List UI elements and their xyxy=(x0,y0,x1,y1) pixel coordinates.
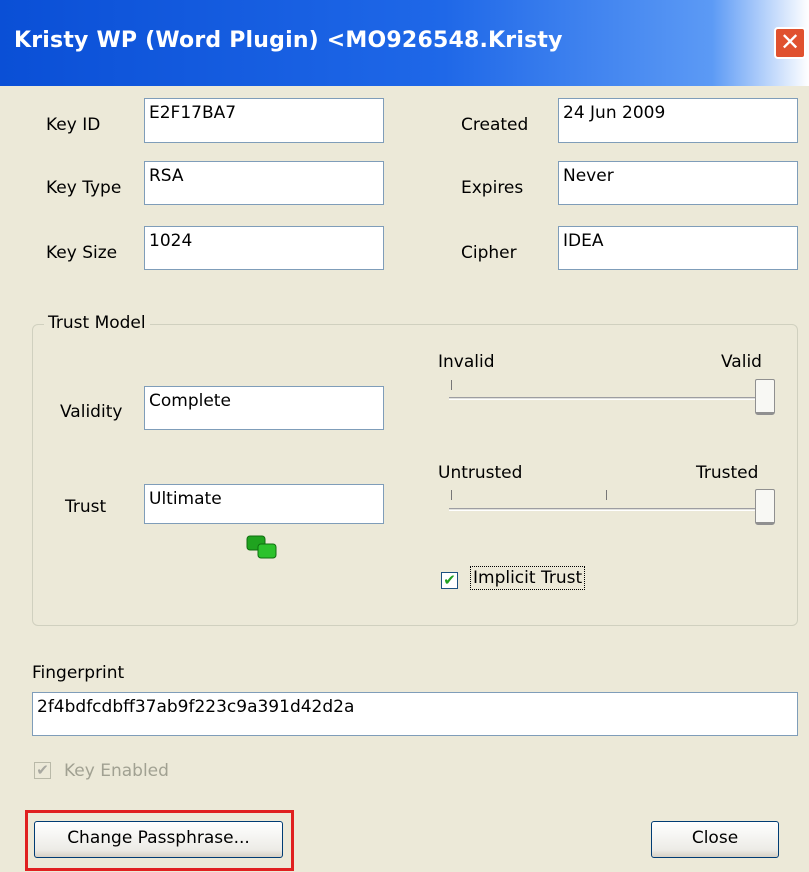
validity-slider-max-label: Valid xyxy=(721,352,762,372)
green-keys-icon xyxy=(246,535,277,559)
key-enabled-label: Key Enabled xyxy=(64,761,169,781)
implicit-trust-checkbox[interactable]: ✔ xyxy=(441,572,458,589)
expires-label: Expires xyxy=(461,178,524,198)
trust-slider-tick xyxy=(451,490,452,500)
key-size-label: Key Size xyxy=(46,243,118,263)
trust-model-group xyxy=(32,324,798,626)
key-id-field[interactable]: E2F17BA7 xyxy=(144,98,384,143)
key-enabled-checkbox: ✔ xyxy=(34,762,51,779)
highlight-box xyxy=(25,810,294,871)
created-label: Created xyxy=(461,115,529,135)
key-type-label: Key Type xyxy=(46,178,122,198)
close-button[interactable]: Close xyxy=(651,821,779,858)
trust-slider-max-label: Trusted xyxy=(696,463,759,483)
window-close-button[interactable]: ✕ xyxy=(774,27,806,59)
key-type-field[interactable]: RSA xyxy=(144,161,384,205)
implicit-trust-label[interactable]: Implicit Trust xyxy=(470,566,586,590)
trust-slider-thumb[interactable] xyxy=(755,489,775,525)
fingerprint-field[interactable]: 2f4bdfcdbff37ab9f223c9a391d42d2a xyxy=(32,692,798,736)
key-id-label: Key ID xyxy=(46,115,101,135)
trust-field[interactable]: Ultimate xyxy=(144,484,384,524)
validity-label: Validity xyxy=(60,402,123,422)
validity-field[interactable]: Complete xyxy=(144,386,384,430)
trust-slider-min-label: Untrusted xyxy=(438,463,523,483)
trust-slider-track[interactable] xyxy=(449,508,767,511)
window-title: Kristy WP (Word Plugin) <MO926548.Kristy xyxy=(14,28,563,53)
trust-model-title: Trust Model xyxy=(44,313,150,333)
validity-slider-min-label: Invalid xyxy=(438,352,495,372)
cipher-label: Cipher xyxy=(461,243,517,263)
created-field[interactable]: 24 Jun 2009 xyxy=(558,98,798,143)
trust-label: Trust xyxy=(65,497,107,517)
trust-slider-tick xyxy=(606,490,607,500)
key-size-field[interactable]: 1024 xyxy=(144,226,384,270)
validity-slider-thumb[interactable] xyxy=(755,379,775,415)
validity-slider-track[interactable] xyxy=(449,397,767,400)
cipher-field[interactable]: IDEA xyxy=(558,226,798,270)
fingerprint-label: Fingerprint xyxy=(32,663,125,683)
title-bar: Kristy WP (Word Plugin) <MO926548.Kristy… xyxy=(0,0,809,86)
expires-field[interactable]: Never xyxy=(558,161,798,205)
validity-slider-tick xyxy=(451,380,452,390)
